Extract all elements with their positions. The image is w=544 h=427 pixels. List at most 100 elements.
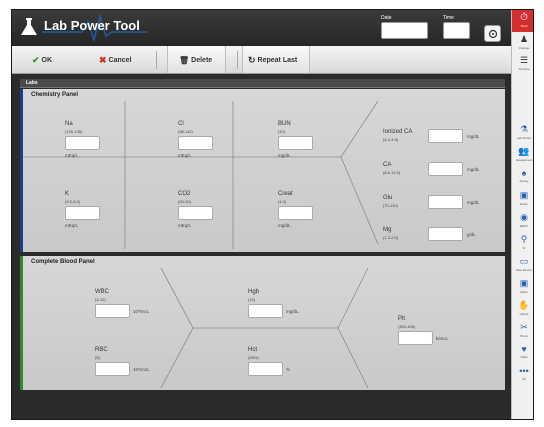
wbc-input[interactable]	[95, 304, 130, 318]
mg-unit: g/dL	[467, 232, 476, 237]
plt-input[interactable]	[398, 331, 433, 345]
kit-icon: ▣	[519, 190, 529, 200]
cancel-button[interactable]: ✖ Cancel	[99, 52, 132, 68]
more-icon: •••	[519, 366, 529, 376]
hgb-input[interactable]	[248, 304, 283, 318]
cl-unit: mEq/L	[178, 153, 192, 158]
rail-item-timeline[interactable]: ☰ Timeline	[512, 55, 533, 77]
k-label: K	[65, 191, 70, 197]
na-range: (135-145)	[65, 129, 83, 134]
rail-item-vitals[interactable]: ♥ Vitals	[512, 344, 533, 366]
app-window: Lab Power Tool Date Time ✔ OK ✖ Cancel 🗑…	[11, 9, 534, 420]
ionized-ca-label: Ionized CA	[383, 129, 413, 135]
k-range: (3.5-5.0)	[65, 199, 81, 204]
labs-section-header: Labs	[20, 79, 505, 88]
mg-input[interactable]	[428, 227, 463, 241]
hgb-unit: mg/dL	[286, 309, 299, 314]
toolbar-divider	[156, 51, 157, 69]
bun-input[interactable]	[278, 136, 313, 150]
rail-item-eent[interactable]: ◉ EENT	[512, 212, 533, 234]
date-field[interactable]	[381, 22, 428, 39]
people-icon: 👥	[518, 146, 530, 156]
flask-icon: ⚗	[519, 124, 529, 134]
hct-label: Hct	[248, 347, 257, 353]
ok-label: OK	[41, 56, 53, 64]
co2-input[interactable]	[178, 206, 213, 220]
ca-input[interactable]	[428, 162, 463, 176]
rbc-label: RBC	[95, 347, 108, 353]
bun-range: (10)	[278, 129, 286, 134]
person-icon: ♟	[519, 34, 529, 44]
close-icon: ✖	[99, 54, 107, 65]
rail-label-hybrid: Hybrid	[519, 312, 529, 316]
rail-item-timer[interactable]: ⏱ Timer	[512, 10, 533, 32]
ok-button[interactable]: ✔ OK	[32, 52, 52, 68]
flask-logo-icon	[21, 18, 37, 35]
creat-unit: mg/dL	[278, 223, 291, 228]
co2-unit: mEq/L	[178, 223, 192, 228]
ionized-ca-input[interactable]	[428, 129, 463, 143]
bun-label: BUN	[278, 121, 291, 127]
rbc-input[interactable]	[95, 362, 130, 376]
rail-item-all[interactable]: ••• All	[512, 366, 533, 388]
hct-input[interactable]	[248, 362, 283, 376]
creat-range: (1.0)	[278, 199, 287, 204]
plt-range: (300-400)	[398, 324, 416, 329]
rail-label-exam: Exam	[520, 202, 528, 206]
mg-label: Mg	[383, 227, 392, 233]
glu-input[interactable]	[428, 195, 463, 209]
ionized-ca-unit: mg/dL	[467, 134, 480, 139]
cancel-label: Cancel	[108, 56, 132, 64]
rail-label-airway: Airway	[519, 179, 529, 183]
rail-item-med-device[interactable]: ▭ Med Device	[512, 256, 533, 278]
rail-label-timeline: Timeline	[518, 67, 530, 71]
hgb-label: Hgb	[248, 289, 260, 295]
rail-label-procs: Procs	[520, 334, 528, 338]
rail-label-change: Change	[518, 46, 530, 50]
rail-item-lab-power[interactable]: ⚗ Lab Power	[512, 124, 533, 146]
scissors-icon: ✂	[520, 322, 528, 332]
glu-unit: mg/dL	[467, 200, 480, 205]
right-rail: ⏱ Timer ♟ Change ☰ Timeline ⚗ Lab Power …	[511, 10, 533, 419]
ca-label: CA	[383, 162, 392, 168]
k-input[interactable]	[65, 206, 100, 220]
cl-range: (98-110)	[178, 129, 193, 134]
eye-icon: ◉	[520, 212, 528, 222]
na-label: Na	[65, 121, 73, 127]
creat-input[interactable]	[278, 206, 313, 220]
glu-range: (70-110)	[383, 203, 398, 208]
wbc-unit: 10³/mcL	[133, 309, 150, 314]
rail-item-airway[interactable]: ♠ Airway	[512, 168, 533, 190]
app-title: Lab Power Tool	[44, 18, 140, 33]
na-input[interactable]	[65, 136, 100, 150]
rail-item-change[interactable]: ♟ Change	[512, 34, 533, 56]
labs-label: Labs	[26, 80, 38, 86]
rail-item-procs[interactable]: ✂ Procs	[512, 322, 533, 344]
wbc-range: (4-10)	[95, 297, 106, 302]
timeline-icon: ☰	[519, 55, 529, 65]
repeat-icon: ↻	[248, 54, 256, 65]
refresh-button[interactable]	[484, 25, 501, 42]
rail-item-assessment[interactable]: 👥 Assessment	[512, 146, 533, 168]
mg-range: (1.3-2.0)	[383, 235, 399, 240]
rail-item-iv[interactable]: ⚲ IV	[512, 234, 533, 256]
co2-range: (20-30)	[178, 199, 191, 204]
ca-range: (8.6-11.0)	[383, 170, 401, 175]
app-header: Lab Power Tool Date Time	[12, 10, 511, 46]
repeat-last-button[interactable]: ↻ Repeat Last	[248, 52, 297, 68]
ionized-ca-range: (4.4-4.8)	[383, 137, 399, 142]
cl-input[interactable]	[178, 136, 213, 150]
plt-label: Plt	[398, 316, 406, 322]
hand-icon: ✋	[518, 300, 530, 310]
delete-button[interactable]: 🗑 Delete	[179, 52, 212, 68]
rail-item-exam[interactable]: ▣ Exam	[512, 190, 533, 212]
rail-label-meds: Meds	[520, 290, 528, 294]
power-icon	[488, 29, 497, 38]
ca-unit: mg/dL	[467, 167, 480, 172]
action-toolbar: ✔ OK ✖ Cancel 🗑 Delete ↻ Repeat Last	[12, 46, 511, 74]
rail-item-hybrid[interactable]: ✋ Hybrid	[512, 300, 533, 322]
chemistry-panel: Chemistry Panel Na (135-145) mEq/L Cl (9…	[20, 89, 505, 252]
time-field[interactable]	[443, 22, 470, 39]
k-unit: mEq/L	[65, 223, 79, 228]
rail-item-meds[interactable]: ▣ Meds	[512, 278, 533, 300]
